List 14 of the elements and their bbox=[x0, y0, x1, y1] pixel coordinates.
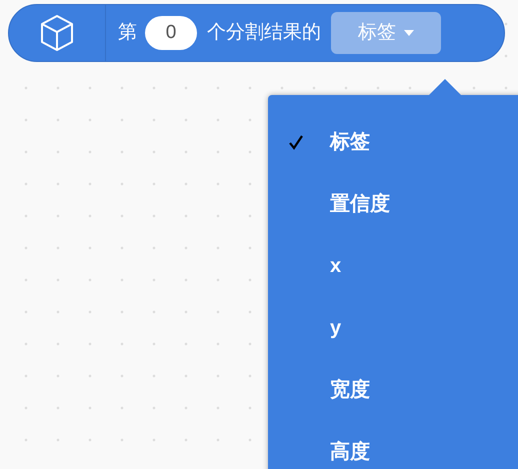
menu-item[interactable]: 高度 bbox=[268, 421, 518, 469]
menu-item[interactable]: 置信度 bbox=[268, 173, 518, 235]
block-label: 个分割结果的 bbox=[207, 20, 321, 45]
field-dropdown[interactable]: 标签 bbox=[331, 12, 441, 54]
menu-item[interactable]: x bbox=[268, 235, 518, 297]
code-block[interactable]: 第 0 个分割结果的 标签 bbox=[8, 4, 505, 62]
number-input[interactable]: 0 bbox=[145, 16, 197, 50]
menu-item[interactable]: 宽度 bbox=[268, 359, 518, 421]
block-label: 第 bbox=[118, 20, 137, 45]
menu-item[interactable]: y bbox=[268, 297, 518, 359]
menu-item[interactable]: 标签 bbox=[268, 111, 518, 173]
cube-icon bbox=[40, 14, 74, 52]
check-icon bbox=[288, 134, 304, 150]
caret-icon bbox=[404, 30, 414, 36]
